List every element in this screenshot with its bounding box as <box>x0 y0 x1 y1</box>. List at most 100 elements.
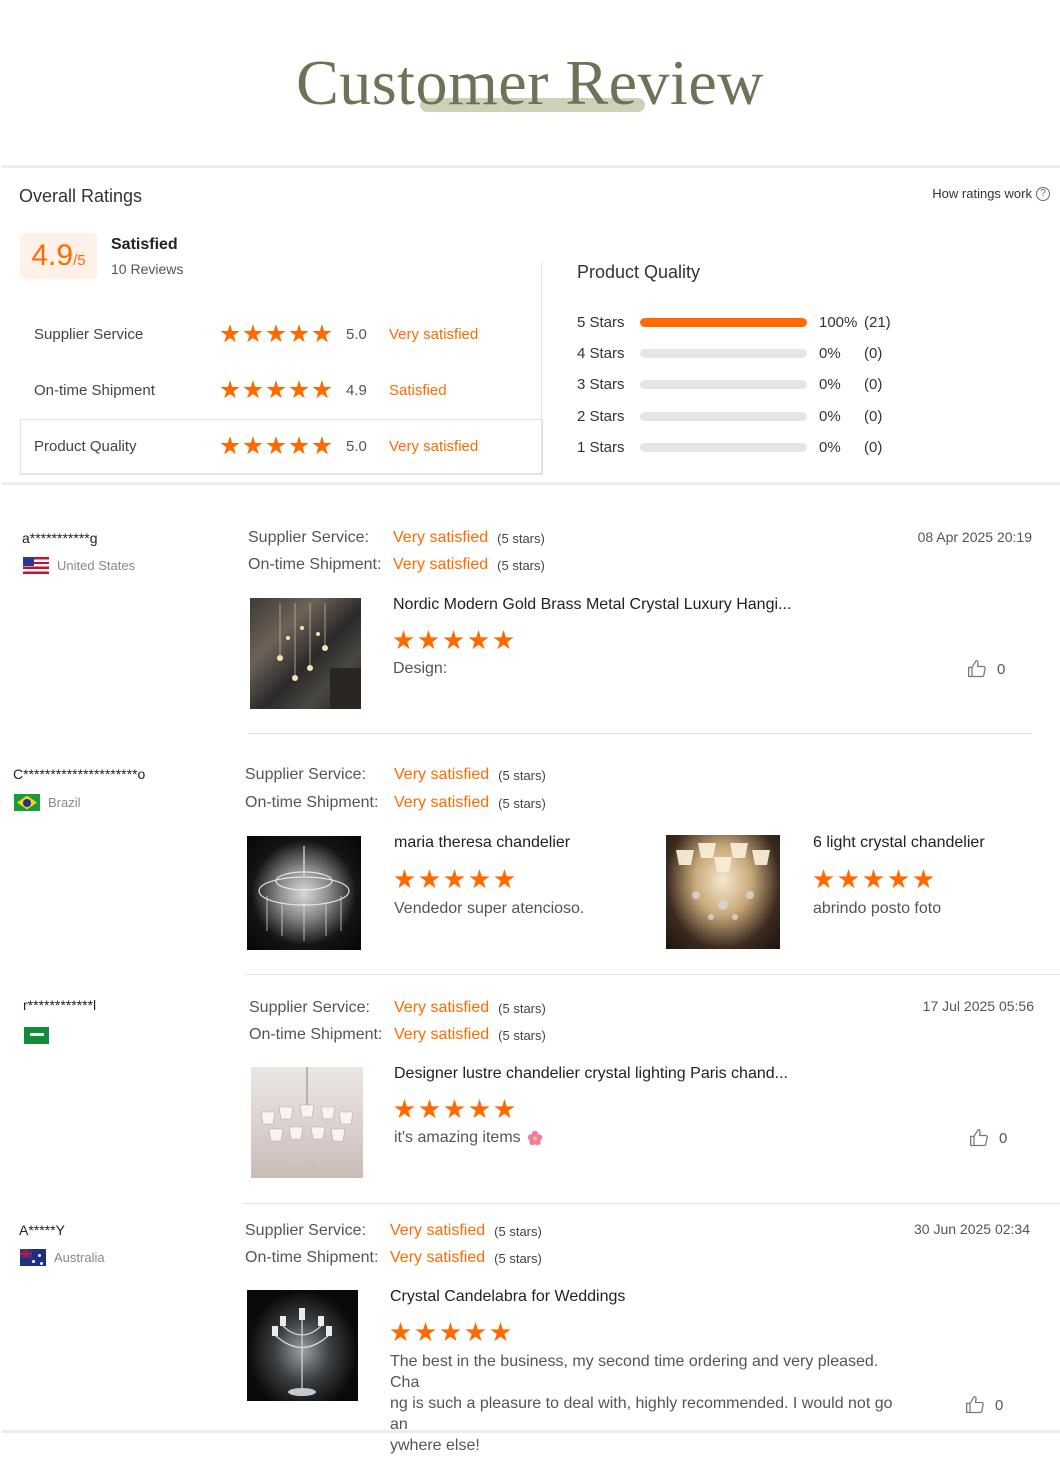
star-bar-1: 1 Stars 0% (0) <box>577 435 937 459</box>
ontime-shipment-stars: (5 stars) <box>497 557 545 573</box>
bar-track <box>640 348 807 358</box>
how-ratings-link[interactable]: How ratings work ? <box>932 186 1050 201</box>
ontime-shipment-value: Very satisfied <box>393 556 489 573</box>
star-icon <box>465 1322 486 1342</box>
supplier-service-line: Supplier Service: Very satisfied (5 star… <box>249 997 546 1019</box>
review-text: The best in the business, my second time… <box>390 1351 910 1456</box>
ontime-shipment-label: On-time Shipment: <box>249 1026 383 1043</box>
country-name: Brazil <box>48 795 81 810</box>
like-count: 0 <box>999 1129 1008 1147</box>
like-button[interactable]: 0 <box>967 659 1005 679</box>
star-icon <box>838 869 859 889</box>
product-image[interactable] <box>247 1290 358 1401</box>
star-icon <box>490 1322 511 1342</box>
star-icon <box>289 436 309 455</box>
bar-count: (0) <box>864 438 883 456</box>
star-icon <box>312 324 332 343</box>
chandelier-photo-icon <box>676 843 770 920</box>
supplier-service-value: Very satisfied <box>394 999 490 1016</box>
bar-track <box>640 379 807 389</box>
star-icon <box>415 1322 436 1342</box>
review-date: 08 Apr 2025 20:19 <box>917 529 1032 545</box>
ontime-shipment-label: On-time Shipment: <box>245 1249 379 1266</box>
australia-flag-icon <box>20 1249 46 1266</box>
us-flag-icon <box>23 557 49 574</box>
product-rating-stars <box>394 869 515 890</box>
review-text-line: it's amazing items <box>394 1127 543 1148</box>
reviewer-name: r************l <box>23 997 97 1013</box>
star-icon <box>243 380 263 399</box>
saudi-flag-icon <box>24 1027 49 1044</box>
bar-percent: 0% <box>819 438 841 456</box>
bar-count: (0) <box>864 375 883 393</box>
star-icon <box>469 869 490 889</box>
review-text-line: ng is such a pleasure to deal with, high… <box>390 1395 893 1433</box>
star-icon <box>394 1099 415 1119</box>
star-icon <box>394 869 415 889</box>
star-bar-5: 5 Stars 100% (21) <box>577 310 937 334</box>
brazil-flag-icon <box>14 794 40 811</box>
rating-text: Satisfied <box>389 381 447 399</box>
ontime-shipment-value: Very satisfied <box>394 1026 490 1043</box>
overall-ratings-heading: Overall Ratings <box>19 186 143 206</box>
review-date: 30 Jun 2025 02:34 <box>914 1221 1030 1237</box>
review-text-line: The best in the business, my second time… <box>390 1353 879 1391</box>
rating-text: Very satisfied <box>389 325 479 343</box>
star-icon <box>863 869 884 889</box>
star-icon <box>888 869 909 889</box>
ontime-shipment-label: On-time Shipment: <box>248 556 382 573</box>
product-title[interactable]: Designer lustre chandelier crystal light… <box>394 1065 788 1083</box>
review-date: 17 Jul 2025 05:56 <box>922 998 1034 1014</box>
thumbs-up-icon <box>968 660 986 678</box>
star-icon <box>444 869 465 889</box>
bar-track <box>640 317 807 327</box>
ontime-shipment-label: On-time Shipment: <box>245 794 379 811</box>
star-bar-4: 4 Stars 0% (0) <box>577 341 937 365</box>
supplier-service-stars: (5 stars) <box>498 1000 546 1016</box>
flower-emoji-icon <box>527 1130 542 1145</box>
star-icon <box>813 869 834 889</box>
star-bar-3: 3 Stars 0% (0) <box>577 372 937 396</box>
bar-count: (0) <box>864 344 883 362</box>
bar-count: (21) <box>864 313 891 331</box>
supplier-service-label: Supplier Service: <box>249 999 370 1016</box>
product-image[interactable] <box>247 836 361 950</box>
supplier-service-stars: (5 stars) <box>497 530 545 546</box>
ontime-shipment-line: On-time Shipment: Very satisfied (5 star… <box>249 1024 546 1046</box>
supplier-service-stars: (5 stars) <box>494 1223 542 1239</box>
bar-label: 2 Stars <box>577 407 625 425</box>
star-icon <box>220 380 240 399</box>
product-title[interactable]: maria theresa chandelier <box>394 834 570 852</box>
bar-percent: 0% <box>819 375 841 393</box>
rating-label: Supplier Service <box>34 325 144 343</box>
product-image[interactable] <box>666 835 780 949</box>
chandelier-photo-icon <box>258 846 350 941</box>
star-icon <box>440 1322 461 1342</box>
star-icon <box>419 1099 440 1119</box>
supplier-service-line: Supplier Service: Very satisfied (5 star… <box>248 527 545 549</box>
ontime-shipment-stars: (5 stars) <box>494 1250 542 1266</box>
chandelier-photo-icon <box>260 1067 354 1164</box>
star-icon <box>266 380 286 399</box>
rating-label: Product Quality <box>34 437 137 455</box>
product-image[interactable] <box>251 1067 363 1178</box>
candelabra-photo-icon <box>272 1308 332 1396</box>
country-name: United States <box>57 558 136 573</box>
like-button[interactable]: 0 <box>969 1128 1007 1148</box>
bar-track <box>640 411 807 421</box>
product-title[interactable]: 6 light crystal chandelier <box>813 834 985 852</box>
like-button[interactable]: 0 <box>965 1395 1003 1415</box>
rating-stars <box>220 380 346 400</box>
star-icon <box>390 1322 411 1342</box>
supplier-service-stars: (5 stars) <box>498 767 546 783</box>
help-icon: ? <box>1036 186 1050 201</box>
star-icon <box>289 324 309 343</box>
star-icon <box>312 380 332 399</box>
star-icon <box>443 630 464 650</box>
product-title[interactable]: Nordic Modern Gold Brass Metal Crystal L… <box>393 596 791 614</box>
product-title[interactable]: Crystal Candelabra for Weddings <box>390 1288 625 1306</box>
product-image[interactable] <box>250 598 361 709</box>
rating-row-product-quality[interactable]: Product Quality 5.0 Very satisfied <box>34 431 514 461</box>
star-icon <box>418 630 439 650</box>
overall-sentiment: Satisfied <box>111 236 178 253</box>
